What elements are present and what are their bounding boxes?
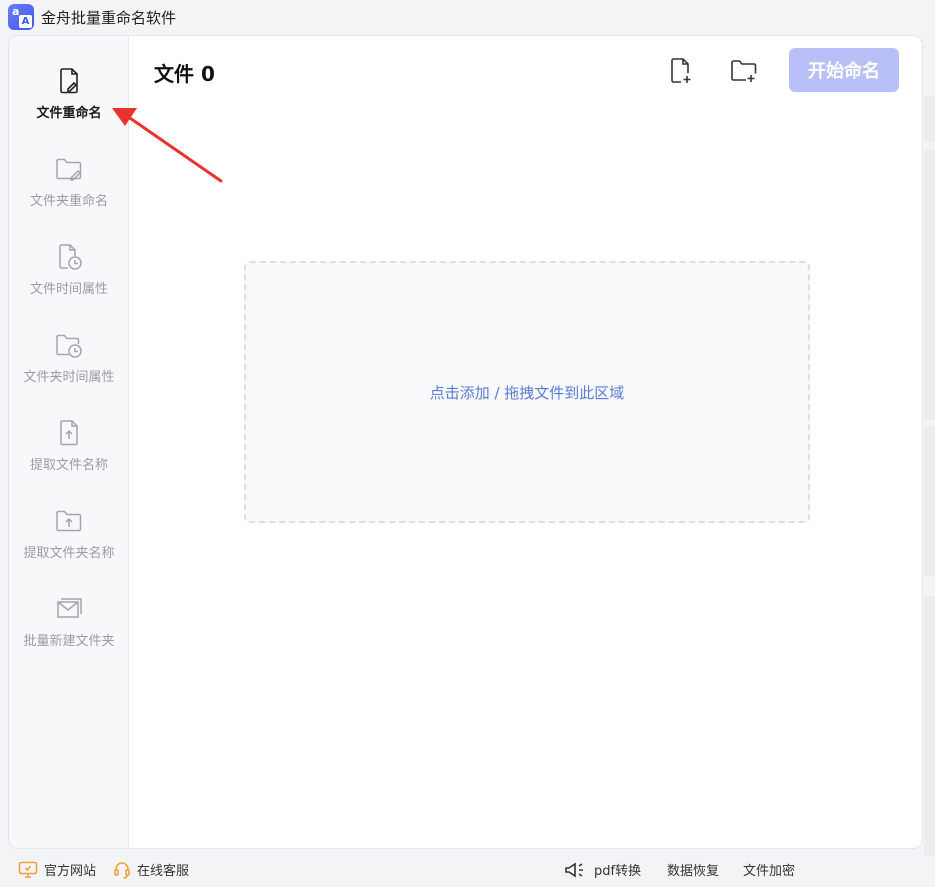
app-title: 金舟批量重命名软件 (41, 9, 177, 27)
online-support-link[interactable]: 在线客服 (113, 860, 189, 879)
right-edge-strip (924, 96, 935, 856)
sidebar-item-folder-rename[interactable]: 文件夹重命名 (9, 154, 129, 234)
main-window: 文件重命名 文件夹重命名 文件时间属性 文件夹时间属性 提取文件名称 提取文件夹… (8, 35, 923, 849)
sidebar-item-label: 文件时间属性 (29, 282, 108, 297)
sidebar-item-label: 批量新建文件夹 (23, 634, 115, 649)
sidebar-item-folder-time[interactable]: 文件夹时间属性 (9, 330, 129, 410)
footer-bar: 官方网站 在线客服 pdf转换 数据恢复 文件加密 (0, 850, 935, 887)
add-file-icon[interactable] (665, 56, 695, 86)
folder-upload-icon (56, 510, 82, 532)
file-edit-icon (60, 68, 78, 94)
folder-edit-icon (56, 158, 82, 181)
megaphone-icon (565, 862, 583, 877)
sidebar-item-extract-folder-names[interactable]: 提取文件夹名称 (9, 506, 129, 586)
app-logo-icon: a A (8, 4, 34, 30)
official-website-link[interactable]: 官方网站 (18, 860, 96, 879)
folder-clock-icon (56, 334, 82, 358)
sidebar-item-label: 提取文件名称 (29, 458, 108, 473)
folder-stack-icon (57, 598, 82, 618)
file-drop-zone[interactable]: 点击添加 / 拖拽文件到此区域 (244, 261, 810, 523)
sidebar-item-extract-file-names[interactable]: 提取文件名称 (9, 418, 129, 498)
monitor-icon (18, 861, 38, 878)
add-folder-icon[interactable] (729, 56, 759, 86)
file-encrypt-link[interactable]: 文件加密 (743, 860, 795, 879)
sidebar-item-file-rename[interactable]: 文件重命名 (9, 66, 129, 146)
data-recovery-link[interactable]: 数据恢复 (667, 860, 719, 879)
sidebar-item-label: 文件重命名 (36, 106, 102, 121)
sidebar-item-label: 文件夹时间属性 (23, 370, 115, 385)
file-clock-icon (59, 244, 82, 270)
sidebar-item-label: 提取文件夹名称 (23, 546, 115, 561)
dropzone-hint: 点击添加 / 拖拽文件到此区域 (429, 383, 625, 402)
start-rename-button[interactable]: 开始命名 (789, 48, 899, 92)
sidebar-item-batch-create-folders[interactable]: 批量新建文件夹 (9, 594, 129, 674)
headset-icon (114, 861, 130, 879)
title-bar: a A 金舟批量重命名软件 (0, 0, 935, 34)
sidebar-item-file-time[interactable]: 文件时间属性 (9, 242, 129, 322)
sidebar-item-label: 文件夹重命名 (29, 194, 108, 209)
page-title: 文件 0 (154, 62, 215, 86)
pdf-convert-link[interactable]: pdf转换 (564, 860, 641, 879)
sidebar: 文件重命名 文件夹重命名 文件时间属性 文件夹时间属性 提取文件名称 提取文件夹… (9, 36, 129, 848)
file-upload-icon (60, 420, 78, 446)
